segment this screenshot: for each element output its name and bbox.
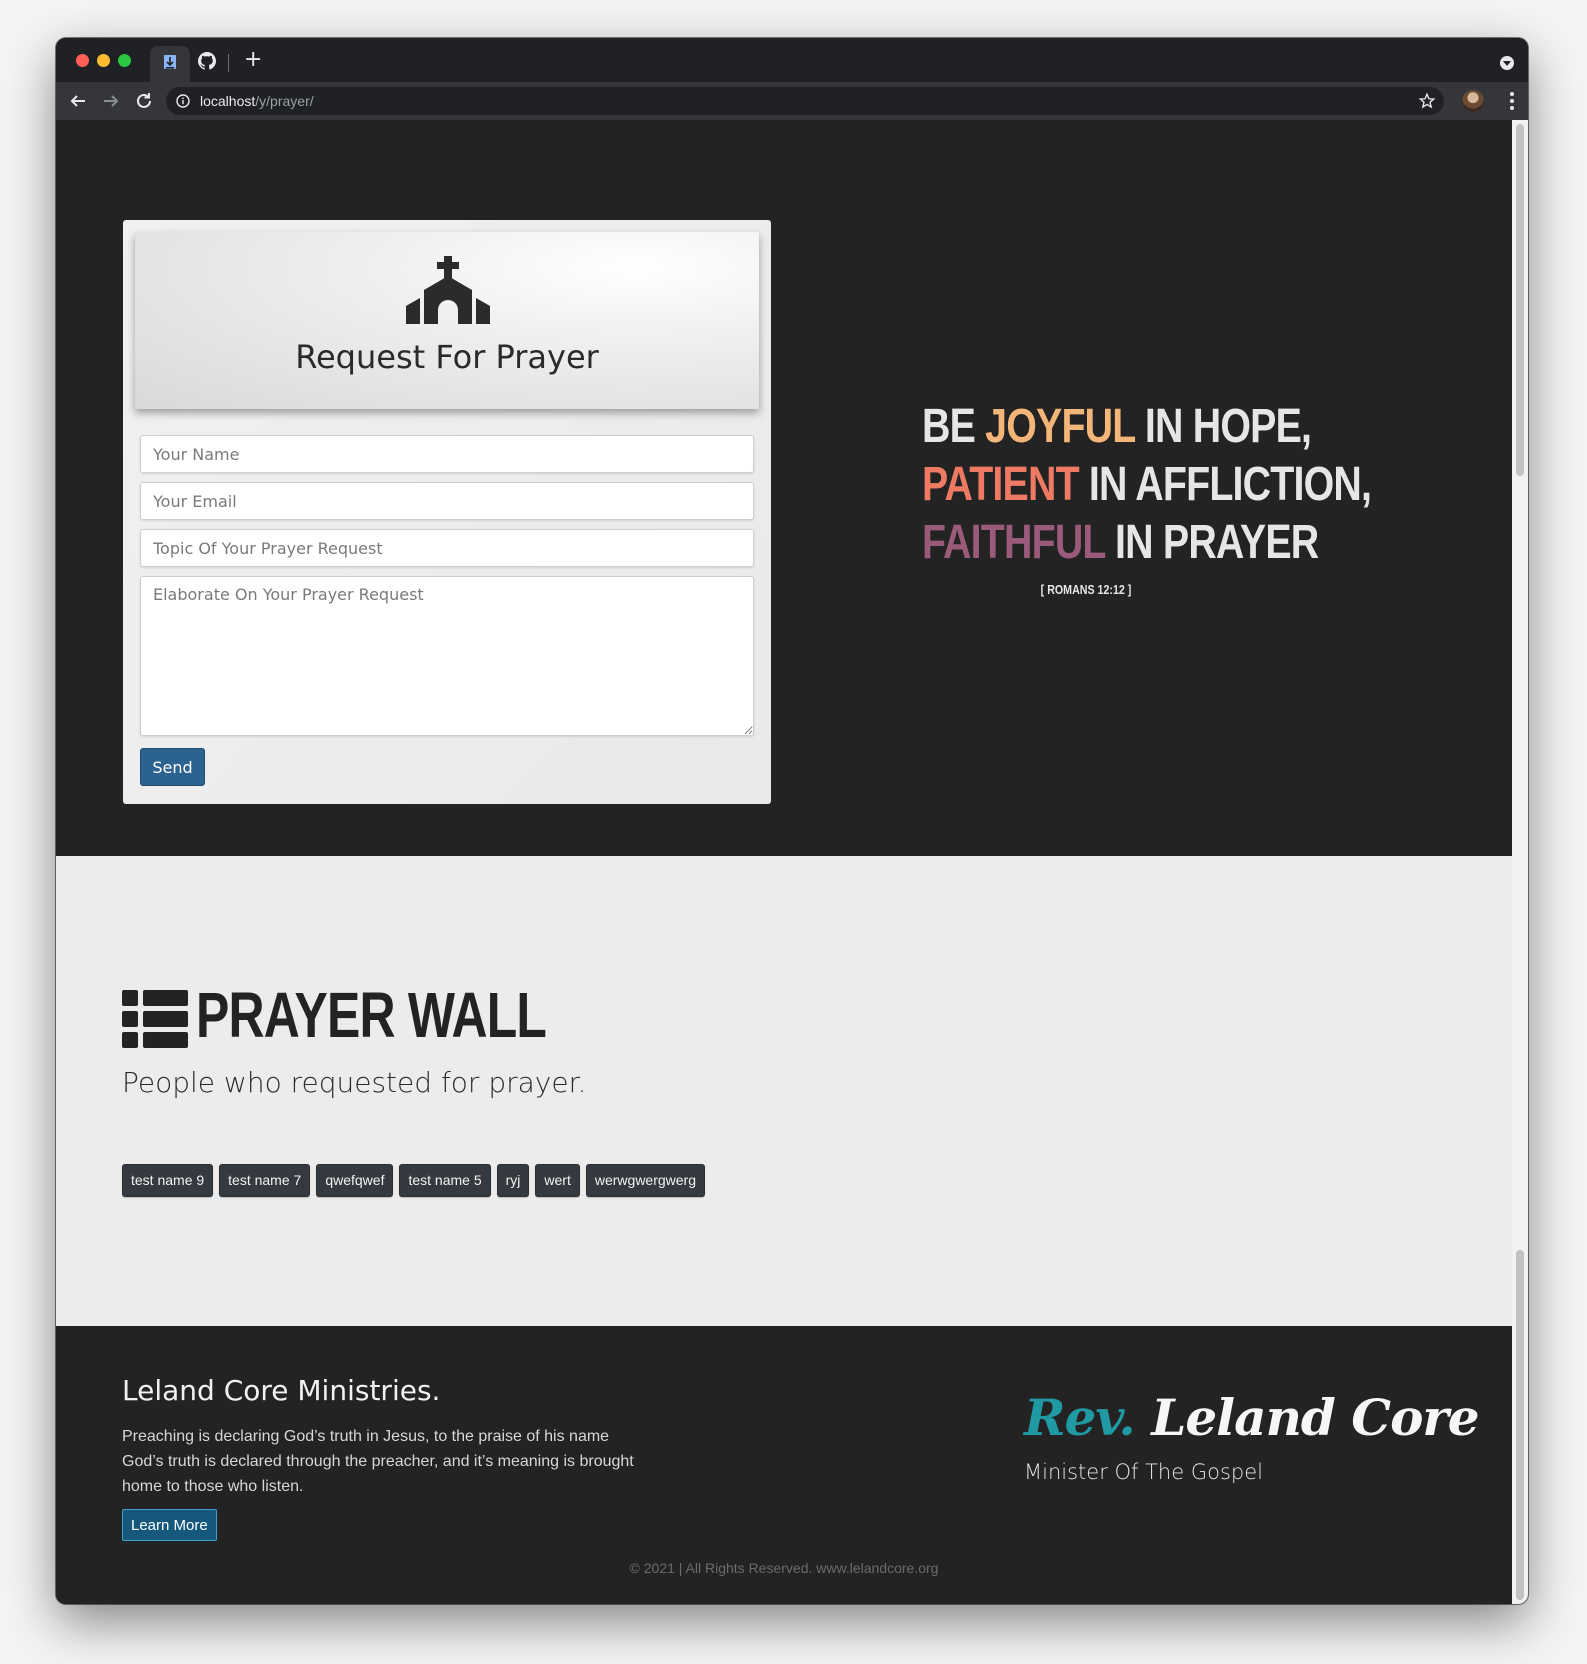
- url-host: localhost: [200, 93, 256, 109]
- prayer-request-section: Request For Prayer Send BE JOYFUL IN HOP…: [56, 120, 1512, 856]
- tab-bar: +: [56, 38, 1528, 82]
- organization-name: Leland Core Ministries.: [122, 1374, 441, 1407]
- verse-line-2: PATIENT IN AFFLICTION,: [922, 456, 1372, 514]
- signature: Rev. Leland Core: [1024, 1388, 1480, 1447]
- verse-text: IN AFFLICTION,: [1078, 458, 1372, 511]
- organization-description: Preaching is declaring God’s truth in Je…: [122, 1428, 634, 1495]
- browser-menu-icon[interactable]: [1510, 92, 1514, 110]
- browser-window: + localhost/y/prayer/ Request For Prayer…: [56, 38, 1528, 1604]
- email-input[interactable]: [140, 482, 754, 520]
- name-badge[interactable]: wert: [535, 1164, 580, 1197]
- send-button[interactable]: Send: [140, 748, 205, 786]
- prayer-wall-subtitle: People who requested for prayer.: [122, 1066, 587, 1099]
- browser-toolbar: localhost/y/prayer/: [56, 82, 1528, 120]
- site-footer: Leland Core Ministries. Preaching is dec…: [56, 1326, 1512, 1604]
- new-tab-button[interactable]: +: [244, 48, 262, 72]
- signature-prefix: Rev.: [1024, 1388, 1136, 1447]
- tab-separator: [228, 54, 229, 72]
- church-icon: [406, 256, 490, 324]
- address-bar[interactable]: localhost/y/prayer/: [166, 87, 1444, 115]
- scrollbar-thumb[interactable]: [1516, 124, 1524, 476]
- form-title: Request For Prayer: [295, 338, 599, 376]
- tab-search-icon[interactable]: [1500, 56, 1514, 70]
- forward-icon[interactable]: [99, 89, 123, 113]
- prayer-wall-title: PRAYER WALL: [196, 979, 547, 1051]
- signature-name: Leland Core: [1134, 1388, 1479, 1447]
- prayer-wall-section: PRAYER WALL People who requested for pra…: [56, 856, 1512, 1326]
- learn-more-button[interactable]: Learn More: [122, 1509, 217, 1541]
- maximize-window-button[interactable]: [118, 54, 131, 67]
- scrollbar-thumb-lower[interactable]: [1516, 1250, 1524, 1600]
- minimize-window-button[interactable]: [97, 54, 110, 67]
- form-header: Request For Prayer: [135, 232, 759, 409]
- verse-highlight-patient: PATIENT: [922, 458, 1080, 511]
- page-scrollbar[interactable]: [1512, 120, 1528, 1604]
- minister-title: Minister Of The Gospel: [1024, 1460, 1263, 1484]
- url-text: localhost/y/prayer/: [200, 93, 314, 109]
- topic-input[interactable]: [140, 529, 754, 567]
- prayer-names-list: test name 9 test name 7 qwefqwef test na…: [122, 1164, 706, 1197]
- name-badge[interactable]: test name 9: [122, 1164, 214, 1197]
- verse-line-1: BE JOYFUL IN HOPE,: [922, 398, 1312, 456]
- verse-highlight-faithful: FAITHFUL: [922, 516, 1106, 569]
- github-icon[interactable]: [198, 52, 216, 70]
- info-icon[interactable]: [176, 94, 190, 108]
- download-icon: [164, 55, 176, 69]
- message-textarea[interactable]: [140, 576, 754, 736]
- prayer-request-form: Request For Prayer Send: [123, 220, 771, 804]
- verse-reference: [ ROMANS 12:12 ]: [1040, 582, 1132, 597]
- name-badge[interactable]: test name 5: [399, 1164, 491, 1197]
- bible-verse: BE JOYFUL IN HOPE, PATIENT IN AFFLICTION…: [886, 398, 1372, 597]
- back-icon[interactable]: [66, 89, 90, 113]
- name-input[interactable]: [140, 435, 754, 473]
- page-viewport: Request For Prayer Send BE JOYFUL IN HOP…: [56, 120, 1512, 1604]
- name-badge[interactable]: werwgwergwerg: [585, 1164, 706, 1197]
- verse-text: BE: [922, 400, 986, 453]
- bookmark-star-icon[interactable]: [1418, 92, 1436, 110]
- list-icon: [122, 990, 188, 1048]
- verse-highlight-joyful: JOYFUL: [985, 400, 1135, 453]
- name-badge[interactable]: qwefqwef: [316, 1164, 394, 1197]
- name-badge[interactable]: ryj: [496, 1164, 530, 1197]
- close-window-button[interactable]: [76, 54, 89, 67]
- tab-active[interactable]: [150, 46, 190, 82]
- reload-icon[interactable]: [132, 89, 156, 113]
- url-path: /y/prayer/: [255, 93, 314, 109]
- name-badge[interactable]: test name 7: [219, 1164, 311, 1197]
- verse-text: IN PRAYER: [1104, 516, 1319, 569]
- verse-line-3: FAITHFUL IN PRAYER: [922, 514, 1319, 572]
- copyright-text: © 2021 | All Rights Reserved. www.leland…: [629, 1560, 939, 1576]
- profile-avatar[interactable]: [1462, 90, 1484, 112]
- verse-text: IN HOPE,: [1134, 400, 1312, 453]
